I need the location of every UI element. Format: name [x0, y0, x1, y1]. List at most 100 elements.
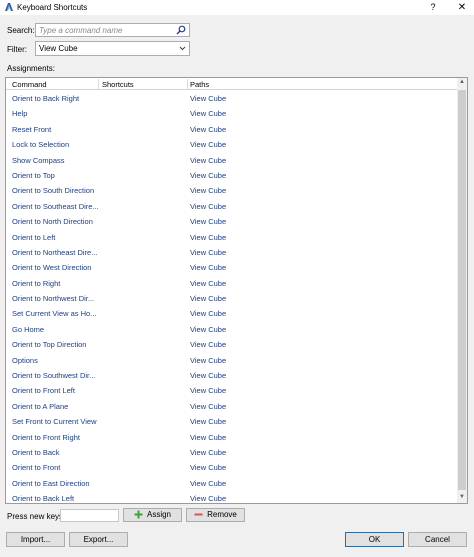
command-cell: Orient to Back Left: [12, 494, 75, 504]
table-row[interactable]: Orient to Northwest Dir... View Cube: [6, 291, 457, 306]
command-cell: Orient to Back: [12, 447, 60, 457]
command-cell: Show Compass: [12, 155, 65, 165]
minus-icon: [194, 513, 203, 516]
export-button[interactable]: Export...: [69, 532, 128, 547]
path-cell: View Cube: [190, 170, 227, 180]
command-cell: Orient to West Direction: [12, 263, 92, 273]
table-row[interactable]: Orient to Southeast Dire... View Cube: [6, 199, 457, 214]
path-cell: View Cube: [190, 294, 227, 304]
close-button[interactable]: ✕: [454, 0, 470, 15]
table-row[interactable]: Orient to A Plane View Cube: [6, 399, 457, 414]
table-row[interactable]: Set Current View as Ho... View Cube: [6, 306, 457, 321]
command-cell: Orient to Back Right: [12, 94, 80, 103]
table-row[interactable]: Reset Front View Cube: [6, 122, 457, 137]
table-row[interactable]: Orient to Back View Cube: [6, 445, 457, 460]
table-row[interactable]: Orient to North Direction View Cube: [6, 214, 457, 229]
table-row[interactable]: Set Front to Current View View Cube: [6, 414, 457, 429]
table-body: Orient to Back Right View Cube Help View Cu…: [6, 91, 457, 504]
path-cell: View Cube: [190, 494, 227, 504]
command-cell: Orient to Left: [12, 232, 56, 242]
path-cell: View Cube: [190, 94, 227, 103]
cancel-button[interactable]: Cancel: [408, 532, 467, 547]
table-header: Command Shortcuts Paths: [6, 78, 467, 90]
path-cell: View Cube: [190, 401, 227, 411]
table-row[interactable]: Orient to East Direction View Cube: [6, 476, 457, 491]
command-cell: Orient to Southeast Dire...: [12, 201, 99, 211]
table-row[interactable]: Orient to Front Left View Cube: [6, 383, 457, 398]
path-cell: View Cube: [190, 463, 227, 473]
path-cell: View Cube: [190, 386, 227, 396]
search-input[interactable]: [36, 24, 172, 36]
assignments-table[interactable]: Command Shortcuts Paths Orient to Back R…: [5, 77, 468, 504]
command-cell: Orient to Top Direction: [12, 340, 87, 350]
table-row[interactable]: Orient to Northeast Dire... View Cube: [6, 245, 457, 260]
path-cell: View Cube: [190, 355, 227, 365]
table-row[interactable]: Go Home View Cube: [6, 322, 457, 337]
path-cell: View Cube: [190, 140, 227, 150]
assign-button-label: Assign: [146, 510, 171, 519]
command-cell: Orient to Front: [12, 463, 61, 473]
table-row[interactable]: Orient to South Direction View Cube: [6, 183, 457, 198]
table-row[interactable]: Orient to West Direction View Cube: [6, 260, 457, 275]
path-cell: View Cube: [190, 247, 227, 257]
command-cell: Reset Front: [12, 124, 52, 134]
help-button[interactable]: ?: [426, 0, 440, 15]
table-row[interactable]: Orient to Front Right View Cube: [6, 430, 457, 445]
scroll-down-arrow-icon[interactable]: ▼: [458, 494, 466, 502]
command-cell: Lock to Selection: [12, 140, 70, 150]
press-new-keys-label: Press new keys:: [7, 512, 66, 521]
filter-label: Filter:: [7, 45, 27, 54]
table-row[interactable]: Orient to Right View Cube: [6, 276, 457, 291]
column-divider[interactable]: [187, 79, 188, 89]
path-cell: View Cube: [190, 263, 227, 273]
revit-logo-icon: [5, 3, 13, 11]
command-cell: Go Home: [12, 324, 45, 334]
filter-dropdown[interactable]: View Cube: [35, 41, 190, 56]
ok-button[interactable]: OK: [345, 532, 404, 547]
path-cell: View Cube: [190, 109, 227, 119]
command-cell: Orient to South Direction: [12, 186, 95, 196]
command-cell: Orient to Top: [12, 170, 55, 180]
path-cell: View Cube: [190, 124, 227, 134]
command-cell: Orient to Northeast Dire...: [12, 247, 98, 257]
assign-button[interactable]: Assign: [123, 508, 182, 522]
search-label: Search:: [7, 26, 35, 35]
scrollbar-thumb[interactable]: [458, 90, 466, 490]
path-cell: View Cube: [190, 340, 227, 350]
command-cell: Orient to A Plane: [12, 401, 69, 411]
column-header-paths[interactable]: Paths: [190, 80, 209, 89]
column-header-shortcuts[interactable]: Shortcuts: [102, 80, 134, 89]
command-cell: Set Front to Current View: [12, 417, 97, 427]
path-cell: View Cube: [190, 217, 227, 227]
table-row[interactable]: Options View Cube: [6, 353, 457, 368]
table-row[interactable]: Orient to Top Direction View Cube: [6, 337, 457, 352]
table-row[interactable]: Lock to Selection View Cube: [6, 137, 457, 152]
table-row[interactable]: Orient to Front View Cube: [6, 460, 457, 475]
table-row[interactable]: Orient to Top View Cube: [6, 168, 457, 183]
table-row[interactable]: Show Compass View Cube: [6, 153, 457, 168]
column-divider[interactable]: [98, 79, 99, 89]
import-button[interactable]: Import...: [6, 532, 65, 547]
path-cell: View Cube: [190, 371, 227, 381]
path-cell: View Cube: [190, 447, 227, 457]
plus-icon: [134, 510, 143, 519]
window-title: Keyboard Shortcuts: [17, 3, 88, 12]
column-header-command[interactable]: Command: [12, 80, 47, 89]
command-cell: Options: [12, 355, 38, 365]
path-cell: View Cube: [190, 201, 227, 211]
search-field[interactable]: [35, 23, 190, 37]
remove-button[interactable]: Remove: [186, 508, 245, 522]
vertical-scrollbar[interactable]: ▲ ▼: [457, 78, 467, 503]
new-keys-input[interactable]: [60, 509, 119, 522]
path-cell: View Cube: [190, 478, 227, 488]
table-row[interactable]: Orient to Back Left View Cube: [6, 491, 457, 504]
table-row[interactable]: Help View Cube: [6, 106, 457, 121]
table-row[interactable]: Orient to Left View Cube: [6, 230, 457, 245]
search-icon[interactable]: [176, 25, 186, 35]
scroll-up-arrow-icon[interactable]: ▲: [458, 79, 466, 87]
command-cell: Orient to Front Left: [12, 386, 75, 396]
table-row[interactable]: Orient to Back Right View Cube: [6, 91, 457, 106]
command-cell: Set Current View as Ho...: [12, 309, 97, 319]
path-cell: View Cube: [190, 232, 227, 242]
table-row[interactable]: Orient to Southwest Dir... View Cube: [6, 368, 457, 383]
